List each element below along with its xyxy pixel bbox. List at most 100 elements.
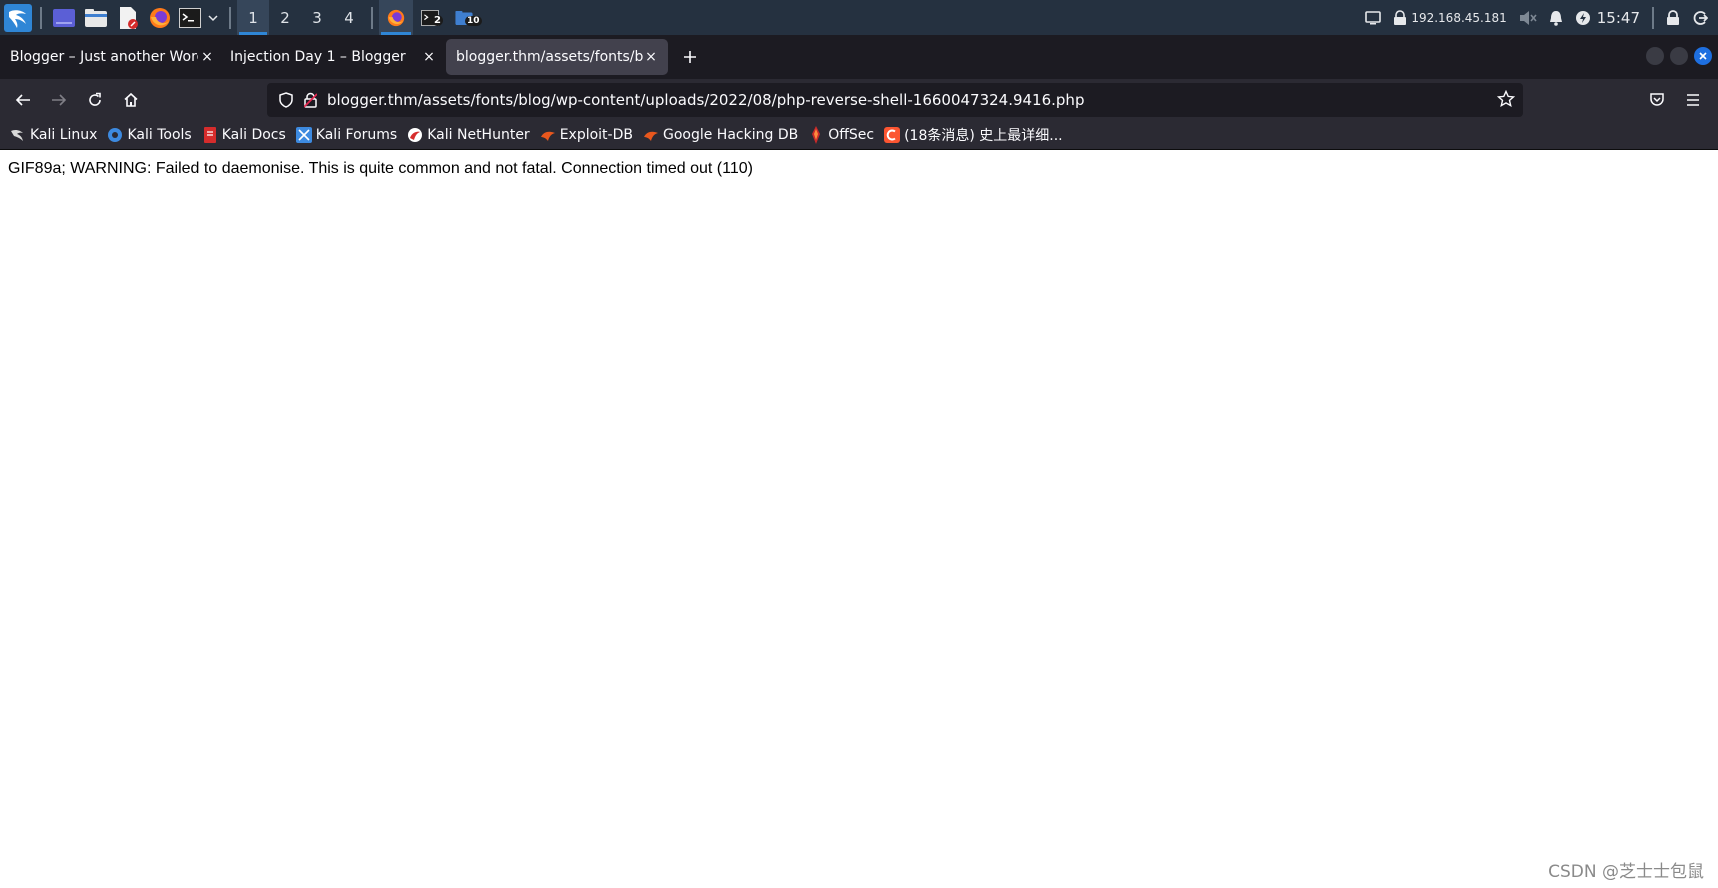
- clock: 15:47: [1596, 8, 1640, 27]
- reload-icon: [89, 92, 101, 106]
- kali-menu-button[interactable]: [2, 2, 34, 34]
- top-panel: 1 2 3 4 2 10 192.168.45.181 15:47: [0, 0, 1718, 35]
- home-icon: [124, 92, 138, 107]
- site-security-button[interactable]: [299, 92, 321, 108]
- bookmark-kali-forums[interactable]: Kali Forums: [295, 127, 398, 143]
- lock-screen-button[interactable]: [1666, 9, 1680, 26]
- pocket-button[interactable]: [1640, 84, 1674, 116]
- taskbar-firefox-window[interactable]: [379, 0, 413, 35]
- kali-dragon-icon: [10, 127, 26, 143]
- app-menu-button[interactable]: [1676, 84, 1710, 116]
- ghdb-icon: [643, 127, 659, 143]
- tab-title: blogger.thm/assets/fonts/blog/wp-content…: [456, 49, 644, 65]
- lock-icon: [1667, 9, 1679, 25]
- workspace-1[interactable]: 1: [237, 0, 269, 35]
- nethunter-icon: [407, 127, 423, 143]
- arrow-left-icon: [15, 94, 30, 106]
- panel-separator: [229, 6, 231, 29]
- panel-separator: [1652, 6, 1654, 29]
- tab-blogger-home[interactable]: Blogger – Just another WordPress site ×: [0, 39, 220, 75]
- exploit-db-icon: [540, 127, 556, 143]
- insecure-lock-icon: [303, 92, 317, 108]
- bookmark-label: Kali Docs: [221, 127, 286, 143]
- maximize-button[interactable]: [1670, 47, 1688, 65]
- tab-close-button[interactable]: ×: [420, 48, 438, 66]
- new-tab-button[interactable]: [674, 41, 706, 73]
- network-indicator[interactable]: 192.168.45.181: [1393, 9, 1507, 26]
- workspace-3[interactable]: 3: [301, 0, 333, 35]
- reload-button[interactable]: [78, 84, 112, 116]
- back-button[interactable]: [6, 84, 40, 116]
- power-manager-button[interactable]: 15:47: [1575, 9, 1640, 27]
- display-settings-button[interactable]: [1365, 10, 1382, 25]
- tab-close-button[interactable]: ×: [642, 48, 660, 66]
- tab-title: Blogger – Just another WordPress site: [10, 49, 198, 65]
- bookmark-label: Kali Forums: [315, 127, 398, 143]
- bookmark-exploit-db[interactable]: Exploit-DB: [540, 127, 633, 143]
- forward-button[interactable]: [42, 84, 76, 116]
- firefox-icon: [387, 9, 405, 26]
- text-editor-button[interactable]: [115, 4, 141, 32]
- workspace-4[interactable]: 4: [333, 0, 365, 35]
- bookmark-kali-tools[interactable]: Kali Tools: [107, 127, 192, 143]
- firefox-icon: [150, 7, 170, 28]
- ip-address: 192.168.45.181: [1411, 10, 1507, 25]
- bookmark-google-hacking-db[interactable]: Google Hacking DB: [643, 127, 798, 143]
- bookmark-label: Kali Linux: [30, 127, 98, 143]
- firefox-launcher[interactable]: [147, 4, 173, 32]
- minimize-button[interactable]: [1646, 47, 1664, 65]
- logout-button[interactable]: [1692, 10, 1708, 26]
- bookmark-star-button[interactable]: [1496, 89, 1516, 112]
- volume-muted-icon: [1519, 10, 1537, 25]
- tracking-protection-button[interactable]: [275, 92, 297, 108]
- taskbar-terminal-window[interactable]: 2: [413, 0, 447, 35]
- bookmark-kali-nethunter[interactable]: Kali NetHunter: [407, 127, 530, 143]
- workspace-label: 3: [312, 8, 322, 27]
- bookmark-label: (18条消息) 史上最详细...: [904, 128, 1063, 144]
- terminal-icon: [179, 7, 201, 28]
- file-manager-button[interactable]: [83, 4, 109, 32]
- arrow-right-icon: [52, 94, 67, 106]
- offsec-icon: [808, 126, 824, 144]
- volume-button[interactable]: [1519, 10, 1537, 26]
- bookmark-label: Kali NetHunter: [427, 127, 530, 143]
- show-desktop-button[interactable]: [51, 4, 77, 32]
- tab-injection-day-1[interactable]: Injection Day 1 – Blogger ×: [220, 39, 446, 75]
- bookmarks-toolbar: Kali Linux Kali Tools Kali Docs Kali For…: [0, 121, 1718, 150]
- workspace-label: 2: [280, 8, 290, 27]
- url-text: blogger.thm/assets/fonts/blog/wp-content…: [327, 91, 1085, 109]
- bookmark-csdn[interactable]: (18条消息) 史上最详细...: [884, 125, 1063, 145]
- bell-icon: [1549, 10, 1562, 26]
- logout-icon: [1693, 10, 1708, 25]
- network-lock-icon: [1394, 9, 1407, 25]
- tab-reverse-shell[interactable]: blogger.thm/assets/fonts/blog/wp-content…: [446, 39, 668, 75]
- folder-icon: [85, 8, 107, 27]
- page-content: GIF89a; WARNING: Failed to daemonise. Th…: [0, 150, 1718, 888]
- window-controls: [1640, 47, 1712, 65]
- plus-icon: [684, 51, 696, 63]
- tab-title: Injection Day 1 – Blogger: [230, 49, 406, 65]
- toolbar-right: [1638, 84, 1710, 116]
- address-bar[interactable]: blogger.thm/assets/fonts/blog/wp-content…: [267, 83, 1523, 117]
- power-status-icon: [1575, 10, 1590, 25]
- workspace-label: 4: [344, 8, 354, 27]
- bookmark-kali-docs[interactable]: Kali Docs: [202, 127, 286, 143]
- home-button[interactable]: [114, 84, 148, 116]
- kali-tools-icon: [107, 127, 123, 143]
- terminal-launcher[interactable]: [179, 4, 201, 32]
- bookmark-label: OffSec: [828, 127, 875, 143]
- window-close-button[interactable]: [1694, 47, 1712, 65]
- bookmark-offsec[interactable]: OffSec: [808, 126, 875, 144]
- tab-close-button[interactable]: ×: [198, 48, 216, 66]
- desktop-icon: [53, 8, 75, 27]
- notifications-button[interactable]: [1549, 10, 1563, 26]
- terminal-dropdown[interactable]: [206, 4, 220, 32]
- kali-dragon-icon: [4, 3, 32, 32]
- workspace-2[interactable]: 2: [269, 0, 301, 35]
- taskbar-files-window[interactable]: 10: [447, 0, 482, 35]
- star-icon: [1496, 89, 1516, 108]
- bookmark-kali-linux[interactable]: Kali Linux: [10, 127, 97, 143]
- chevron-down-icon: [208, 14, 218, 21]
- window-count-badge: 2: [432, 15, 443, 26]
- shield-icon: [279, 92, 293, 108]
